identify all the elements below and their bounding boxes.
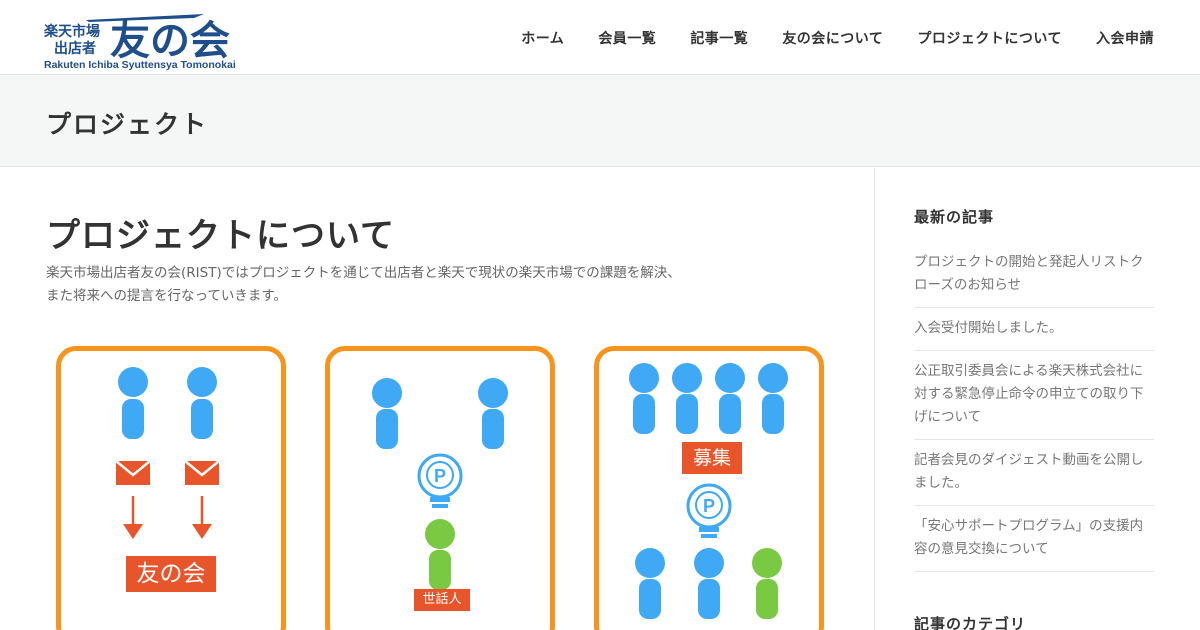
- nav-members[interactable]: 会員一覧: [598, 28, 656, 48]
- recent-post-link[interactable]: 「安心サポートプログラム」の支援内容の意見交換について: [914, 515, 1154, 561]
- nav-about[interactable]: 友の会について: [782, 28, 883, 48]
- sewanin-tag: 世話人: [414, 589, 470, 611]
- logo-small-line-1: 楽天市場: [44, 23, 100, 39]
- lightbulb-icon: P: [686, 483, 732, 538]
- lightbulb-icon: P: [417, 453, 463, 508]
- intro-line-2: また将来への提言を行なっていきます。: [46, 288, 287, 304]
- recent-post-link[interactable]: 入会受付開始しました。: [914, 317, 1154, 340]
- person-icon: [758, 363, 788, 434]
- logo-subtitle: Rakuten Ichiba Syuttensya Tomonokai: [44, 59, 236, 71]
- tomonokai-tag: 友の会: [126, 556, 216, 592]
- nav-project[interactable]: プロジェクトについて: [917, 28, 1062, 48]
- arrow-down-icon: [192, 496, 212, 539]
- intro-line-1: 楽天市場出店者友の会(RIST)ではプロジェクトを通じて出店者と楽天で現状の楽天…: [46, 265, 681, 281]
- recent-post-item: 「安心サポートプログラム」の支援内容の意見交換について: [914, 506, 1154, 572]
- categories-heading: 記事のカテゴリ: [914, 615, 1027, 630]
- logo-big-text: 友の会: [110, 19, 230, 63]
- envelope-icon: [184, 460, 220, 485]
- project-panel-1: 友の会: [56, 346, 286, 630]
- svg-text:P: P: [434, 466, 446, 486]
- page-title: プロジェクト: [46, 110, 209, 139]
- person-icon: [629, 363, 659, 434]
- recent-post-link[interactable]: プロジェクトの開始と発起人リストクローズのお知らせ: [914, 251, 1154, 297]
- svg-text:P: P: [703, 496, 715, 516]
- person-icon: [372, 378, 402, 449]
- logo-small-line-2: 出店者: [54, 40, 96, 56]
- recent-post-item: 入会受付開始しました。: [914, 308, 1154, 351]
- recent-post-link[interactable]: 記者会見のダイジェスト動画を公開しました。: [914, 449, 1154, 495]
- sidebar: 最新の記事 プロジェクトの開始と発起人リストクローズのお知らせ 入会受付開始しま…: [914, 168, 1154, 630]
- envelope-icon: [115, 460, 151, 485]
- recent-post-item: プロジェクトの開始と発起人リストクローズのお知らせ: [914, 242, 1154, 308]
- project-panel-2: P 世話人: [325, 346, 555, 630]
- recent-posts-list: プロジェクトの開始と発起人リストクローズのお知らせ 入会受付開始しました。 公正…: [914, 242, 1154, 572]
- recent-post-item: 公正取引委員会による楽天株式会社に対する緊急停止命令の申立ての取り下げについて: [914, 351, 1154, 440]
- intro-text: 楽天市場出店者友の会(RIST)ではプロジェクトを通じて出店者と楽天で現状の楽天…: [46, 262, 746, 308]
- person-icon: [187, 367, 217, 439]
- person-icon: [672, 363, 702, 434]
- nav-apply[interactable]: 入会申請: [1096, 28, 1154, 48]
- site-logo[interactable]: 楽天市場 出店者 友の会 Rakuten Ichiba Syuttensya T…: [44, 6, 249, 72]
- person-icon: [635, 548, 665, 619]
- nav-articles[interactable]: 記事一覧: [690, 28, 748, 48]
- section-heading: プロジェクトについて: [46, 216, 395, 256]
- site-header: 楽天市場 出店者 友の会 Rakuten Ichiba Syuttensya T…: [0, 0, 1200, 75]
- nav-home[interactable]: ホーム: [521, 28, 564, 48]
- recent-posts-heading: 最新の記事: [914, 208, 995, 226]
- person-icon: [118, 367, 148, 439]
- main-content: プロジェクトについて 楽天市場出店者友の会(RIST)ではプロジェクトを通じて出…: [0, 168, 875, 630]
- project-panel-3: P 募集: [594, 346, 824, 630]
- person-icon: [425, 519, 455, 590]
- person-icon: [478, 378, 508, 449]
- person-icon: [694, 548, 724, 619]
- recent-post-link[interactable]: 公正取引委員会による楽天株式会社に対する緊急停止命令の申立ての取り下げについて: [914, 360, 1154, 429]
- boshu-tag: 募集: [682, 442, 742, 474]
- main-nav: ホーム 会員一覧 記事一覧 友の会について プロジェクトについて 入会申請: [521, 0, 1154, 75]
- person-icon: [752, 548, 782, 619]
- arrow-down-icon: [123, 496, 143, 539]
- recent-post-item: 記者会見のダイジェスト動画を公開しました。: [914, 440, 1154, 506]
- page-title-bar: プロジェクト: [0, 75, 1200, 167]
- person-icon: [715, 363, 745, 434]
